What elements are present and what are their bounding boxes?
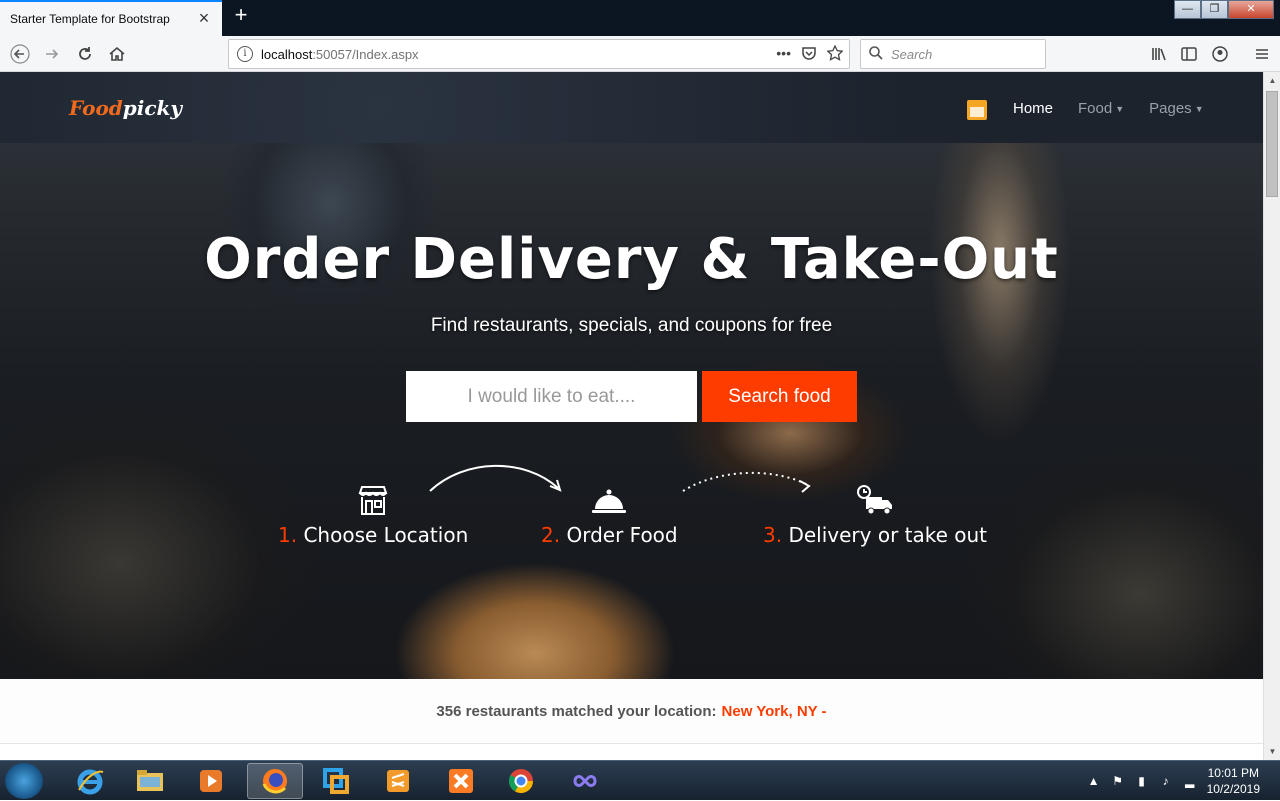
url-host: localhost	[261, 46, 313, 62]
step-label: Delivery or take out	[788, 523, 988, 547]
delivery-truck-icon	[857, 485, 893, 515]
volume-icon[interactable]: ♪	[1159, 774, 1173, 788]
page-actions-icon[interactable]: •••	[776, 45, 791, 64]
cloche-icon	[592, 489, 627, 513]
hero-title: Order Delivery & Take-Out	[204, 227, 1059, 292]
internet-explorer-icon[interactable]	[62, 763, 118, 799]
scroll-down-icon[interactable]: ▼	[1264, 743, 1280, 760]
new-tab-button[interactable]: +	[229, 4, 253, 28]
hero-subtitle: Find restaurants, specials, and coupons …	[430, 315, 833, 336]
start-button[interactable]	[5, 763, 43, 799]
battery-icon[interactable]: ▮	[1135, 774, 1149, 788]
back-icon[interactable]	[6, 40, 34, 68]
browser-tab-bar: Starter Template for Bootstrap × + — ❐ ✕	[0, 0, 1280, 36]
file-explorer-icon[interactable]	[122, 763, 178, 799]
pocket-icon[interactable]	[801, 45, 817, 64]
step-label: Choose Location	[303, 523, 469, 547]
maximize-button[interactable]: ❐	[1201, 0, 1228, 19]
scrollbar-thumb[interactable]	[1266, 91, 1278, 197]
food-search-input[interactable]	[406, 371, 697, 422]
menu-icon[interactable]	[1248, 40, 1276, 68]
nav-pages-dropdown[interactable]: Pages ▼	[1149, 100, 1203, 117]
reload-icon[interactable]	[71, 40, 99, 68]
nav-food-dropdown[interactable]: Food ▼	[1078, 100, 1124, 117]
forward-icon[interactable]	[38, 40, 66, 68]
step-number: 3.	[763, 523, 783, 547]
windows-taskbar: ▲ ⚑ ▮ ♪ ▂ 10:01 PM 10/2/2019	[0, 760, 1280, 800]
clock-date: 10/2/2019	[1206, 782, 1260, 796]
scroll-up-icon[interactable]: ▲	[1264, 72, 1280, 89]
site-info-icon[interactable]: i	[237, 46, 253, 62]
nav-pages-label: Pages	[1149, 100, 1192, 117]
step-order-food: 2. Order Food	[541, 483, 678, 547]
media-player-icon[interactable]	[183, 763, 239, 799]
location-link[interactable]: New York, NY -	[722, 703, 827, 720]
sidebar-icon[interactable]	[1175, 40, 1203, 68]
action-center-flag-icon[interactable]: ⚑	[1111, 774, 1125, 788]
browser-tab[interactable]: Starter Template for Bootstrap ×	[0, 0, 222, 36]
chrome-icon[interactable]	[493, 763, 549, 799]
site-navbar: Foodpicky Home Food ▼ Pages ▼	[0, 72, 1263, 143]
account-icon[interactable]	[1206, 40, 1234, 68]
site-nav-links: Home Food ▼ Pages ▼	[1013, 100, 1204, 117]
site-logo[interactable]: Foodpicky	[69, 96, 182, 120]
nav-home-link[interactable]: Home	[1013, 100, 1053, 117]
logo-food: Food	[69, 96, 123, 120]
xampp-icon[interactable]	[433, 763, 489, 799]
url-path: :50057/Index.aspx	[312, 46, 419, 62]
logo-picky: picky	[122, 96, 183, 120]
store-icon	[358, 486, 388, 515]
show-hidden-icons[interactable]: ▲	[1087, 774, 1101, 788]
cart-icon[interactable]	[967, 100, 987, 120]
minimize-button[interactable]: —	[1174, 0, 1201, 19]
address-bar[interactable]: i localhost:50057/Index.aspx •••	[228, 39, 850, 69]
bookmark-star-icon[interactable]	[826, 43, 844, 64]
step-number: 1.	[278, 523, 298, 547]
tab-close-icon[interactable]: ×	[196, 9, 212, 27]
nav-food-label: Food	[1078, 100, 1113, 117]
sublime-text-icon[interactable]	[370, 763, 426, 799]
network-icon[interactable]: ▂	[1183, 774, 1197, 788]
home-icon[interactable]	[103, 40, 131, 68]
step-delivery: 3. Delivery or take out	[763, 483, 987, 547]
search-icon	[869, 45, 883, 63]
firefox-icon[interactable]	[247, 763, 303, 799]
matched-count-text: 356 restaurants matched your location:	[436, 702, 717, 720]
library-icon[interactable]	[1145, 40, 1173, 68]
step-number: 2.	[541, 523, 561, 547]
taskbar-clock[interactable]: 10:01 PM 10/2/2019	[1207, 765, 1260, 797]
system-tray: ▲ ⚑ ▮ ♪ ▂ 10:01 PM 10/2/2019	[1087, 761, 1280, 801]
window-controls: — ❐ ✕	[1174, 0, 1274, 20]
hero-section: Order Delivery & Take-Out Find restauran…	[0, 143, 1263, 679]
search-food-button[interactable]: Search food	[702, 371, 857, 422]
app-blue-icon[interactable]	[308, 763, 364, 799]
step-label: Order Food	[566, 523, 678, 547]
web-page: Foodpicky Home Food ▼ Pages ▼ Order Delive…	[0, 72, 1263, 760]
clock-time: 10:01 PM	[1207, 766, 1259, 780]
browser-toolbar: i localhost:50057/Index.aspx ••• Search	[0, 36, 1280, 72]
page-scrollbar[interactable]: ▲ ▼	[1263, 72, 1280, 760]
tab-title: Starter Template for Bootstrap	[10, 12, 170, 26]
restaurants-matched-bar: 356 restaurants matched your location: N…	[0, 679, 1263, 744]
caret-down-icon: ▼	[1115, 104, 1125, 115]
step-choose-location: 1. Choose Location	[278, 483, 468, 547]
browser-search-field[interactable]: Search	[860, 39, 1046, 69]
app-infinity-icon[interactable]	[557, 763, 613, 799]
caret-down-icon: ▼	[1194, 104, 1204, 115]
browser-search-placeholder: Search	[891, 46, 933, 62]
close-window-button[interactable]: ✕	[1228, 0, 1274, 19]
